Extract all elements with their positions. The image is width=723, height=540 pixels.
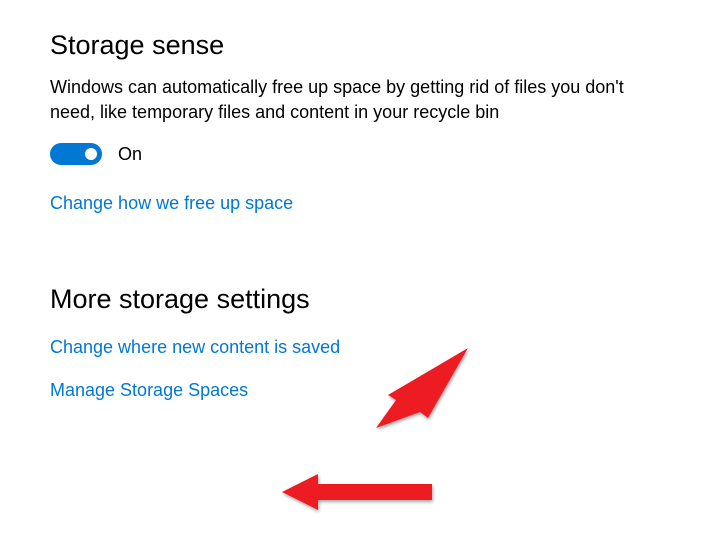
- storage-sense-toggle-row: On: [50, 143, 673, 165]
- storage-sense-toggle[interactable]: [50, 143, 102, 165]
- manage-storage-spaces-link[interactable]: Manage Storage Spaces: [50, 380, 248, 401]
- toggle-knob-icon: [85, 148, 97, 160]
- change-where-content-saved-link[interactable]: Change where new content is saved: [50, 337, 340, 358]
- annotation-arrow-icon: [276, 470, 436, 518]
- storage-sense-toggle-label: On: [118, 144, 142, 165]
- more-storage-settings-heading: More storage settings: [50, 284, 673, 315]
- storage-sense-description: Windows can automatically free up space …: [50, 75, 640, 125]
- change-free-up-space-link[interactable]: Change how we free up space: [50, 193, 293, 214]
- storage-sense-heading: Storage sense: [50, 30, 673, 61]
- annotation-arrow-icon: [368, 340, 478, 440]
